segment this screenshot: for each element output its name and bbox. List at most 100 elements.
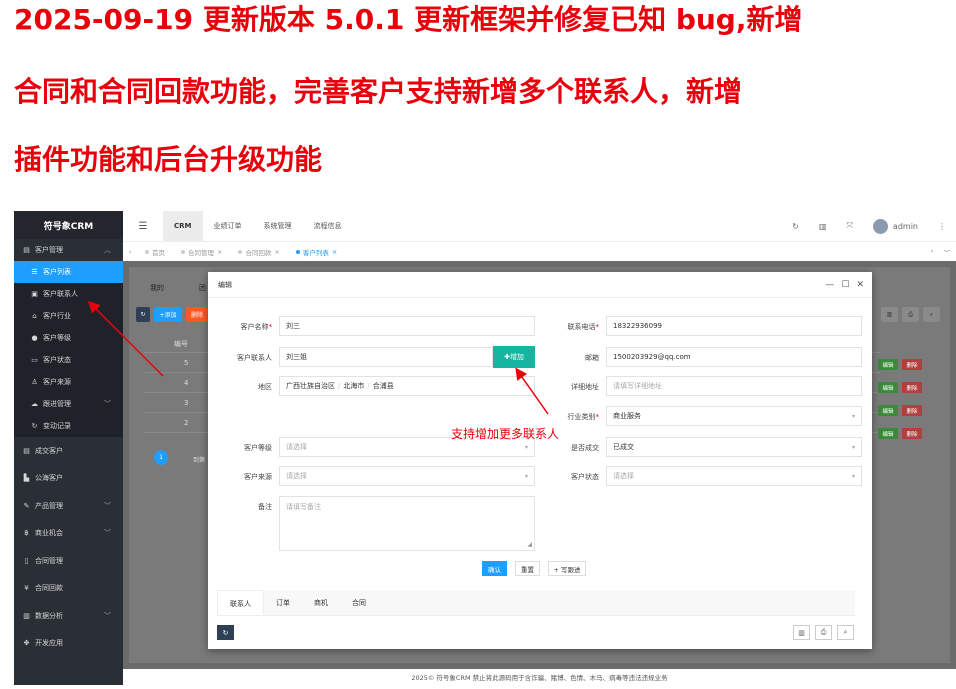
nav-system[interactable]: 系统管理: [253, 211, 303, 241]
nav-workflow[interactable]: 流程信息: [303, 211, 353, 241]
pool-icon: ▙: [23, 474, 30, 483]
sidebar-item-customer-industry[interactable]: ⌂ 客户行业: [14, 305, 123, 327]
deal-icon: ▤: [23, 446, 30, 455]
add-contact-button[interactable]: ✚ 增加: [493, 346, 535, 368]
deal-select[interactable]: 已成交 ▾: [606, 437, 862, 457]
sidebar-item-dev-apps[interactable]: ✤ 开发应用: [14, 630, 123, 658]
sidebar-item-label: 客户来源: [43, 378, 71, 386]
confirm-button[interactable]: 确认: [482, 561, 507, 576]
nav-crm[interactable]: CRM: [163, 211, 203, 241]
region-label: 地区: [258, 383, 272, 391]
sidebar-item-change-log[interactable]: ↻ 变动记录: [14, 415, 123, 437]
close-icon[interactable]: ×: [332, 248, 337, 256]
bg-print-icon: ⎙: [902, 307, 919, 322]
tab-opportunities[interactable]: 商机: [302, 590, 340, 615]
payment-icon: ¥: [24, 584, 29, 593]
bg-page-current: 1: [154, 450, 168, 465]
sidebar-item-deal-customers[interactable]: ▤ 成交客户: [14, 437, 123, 465]
refresh-icon[interactable]: ↻: [217, 625, 234, 640]
sidebar-item-follow-up[interactable]: ☁ 跟进管理 ﹀: [14, 393, 123, 415]
tab-dot-icon: [181, 249, 185, 254]
maximize-icon[interactable]: ☐: [841, 280, 849, 290]
row-number: 5: [184, 359, 189, 367]
headline-line-2: 合同和合同回款功能，完善客户支持新增多个联系人，新增: [14, 75, 743, 108]
email-field[interactable]: 1500203929@qq.com: [606, 347, 862, 367]
write-followup-button[interactable]: + 写跟进: [548, 561, 586, 576]
remark-textarea[interactable]: 请填写备注 ◢: [279, 496, 535, 551]
bg-col-number: 编号: [174, 340, 188, 348]
resize-handle-icon[interactable]: ◢: [527, 541, 532, 548]
remark-label: 备注: [258, 503, 272, 511]
footer: 2025© 符号象CRM 禁止将此源码用于含诈骗、赌博、色情、木马、病毒等违法违…: [123, 669, 956, 685]
close-icon[interactable]: ×: [217, 248, 222, 256]
status-select[interactable]: 请选择 ▾: [606, 466, 862, 486]
sidebar-item-customer-list[interactable]: ☰ 客户列表: [14, 261, 123, 283]
sidebar-item-label: 商业机会: [35, 529, 63, 538]
industry-select[interactable]: 商业服务 ▾: [606, 406, 862, 426]
close-icon[interactable]: ✕: [856, 280, 864, 290]
sidebar-item-contracts[interactable]: ▯ 合同管理: [14, 547, 123, 575]
customer-name-field[interactable]: 刘三: [279, 316, 535, 336]
phone-field[interactable]: 18322936099: [606, 316, 862, 336]
chart-icon: ▥: [23, 611, 30, 620]
sidebar: 符号象CRM ▤ 客户管理 ︿ ☰ 客户列表 ▣ 客户联系人 ⌂ 客户行业 ● 客户等级 ▭…: [14, 211, 123, 685]
sidebar-item-customer-contacts[interactable]: ▣ 客户联系人: [14, 283, 123, 305]
menu-toggle-icon[interactable]: ☰: [123, 221, 163, 232]
tab-contracts[interactable]: 合同: [340, 590, 378, 615]
minimize-icon[interactable]: —: [825, 280, 834, 290]
fullscreen-icon[interactable]: ⤧: [847, 221, 853, 231]
source-select[interactable]: 请选择 ▾: [279, 466, 535, 486]
address-field[interactable]: 请填写详细地址: [606, 376, 862, 396]
sidebar-item-products[interactable]: ✎ 产品管理 ﹀: [14, 492, 123, 520]
tab-orders[interactable]: 订单: [264, 590, 302, 615]
row-number: 4: [184, 379, 189, 387]
search-icon[interactable]: ⌕: [837, 625, 854, 640]
sidebar-item-customer-status[interactable]: ▭ 客户状态: [14, 349, 123, 371]
close-icon[interactable]: ×: [274, 248, 279, 256]
tab-contract-management[interactable]: 合同管理 ×: [173, 247, 230, 257]
industry-label: 行业类别*: [539, 412, 600, 422]
tab-contract-payments[interactable]: 合同回款 ×: [230, 247, 287, 257]
clear-cache-icon[interactable]: ▥: [819, 222, 827, 231]
status-icon: ▭: [31, 356, 38, 364]
refresh-icon[interactable]: ↻: [792, 222, 799, 231]
tabs-dropdown-icon[interactable]: ﹀: [944, 247, 951, 257]
chevron-down-icon: ﹀: [521, 383, 528, 391]
reset-button[interactable]: 重置: [515, 561, 540, 576]
sidebar-item-payments[interactable]: ¥ 合同回款: [14, 575, 123, 603]
tab-home[interactable]: 首页: [137, 247, 173, 257]
region-city: 北海市: [343, 382, 365, 390]
sidebar-item-opportunities[interactable]: ฿ 商业机会 ﹀: [14, 520, 123, 548]
required-mark: *: [595, 323, 600, 331]
bg-remove-button: 删除: [902, 382, 922, 393]
label-text: 行业类别: [567, 413, 596, 421]
product-icon: ✎: [23, 501, 30, 510]
sidebar-item-public-pool[interactable]: ▙ 公海客户: [14, 465, 123, 493]
chevron-up-icon: ︿: [104, 246, 111, 254]
sidebar-item-customer-management[interactable]: ▤ 客户管理 ︿: [14, 239, 123, 261]
chevron-down-icon: ﹀: [104, 529, 111, 538]
nav-orders[interactable]: 业绩订单: [203, 211, 253, 241]
tabs-left-arrow-icon[interactable]: ‹: [123, 248, 137, 256]
user-menu[interactable]: admin: [872, 218, 918, 234]
contract-icon: ▯: [24, 556, 29, 565]
sidebar-item-label: 变动记录: [43, 422, 71, 430]
contact-icon: ▣: [31, 290, 38, 298]
print-icon[interactable]: ⎙: [815, 625, 832, 640]
more-icon[interactable]: ⋮: [938, 222, 946, 231]
sidebar-item-analytics[interactable]: ▥ 数据分析 ﹀: [14, 602, 123, 630]
sidebar-item-label: 合同回款: [35, 584, 63, 593]
phone-label: 联系电话*: [539, 322, 600, 332]
sidebar-item-customer-source[interactable]: ♙ 客户来源: [14, 371, 123, 393]
bg-tab-mine: 我的: [150, 284, 164, 292]
sidebar-item-customer-level[interactable]: ● 客户等级: [14, 327, 123, 349]
columns-icon[interactable]: ▥: [793, 625, 810, 640]
tabs-right-arrow-icon[interactable]: ›: [931, 247, 934, 257]
region-cascader[interactable]: 广西壮族自治区 / 北海市 / 合浦县 ﹀: [279, 376, 535, 396]
contact-field[interactable]: 刘三姐: [279, 347, 493, 367]
tabs-right-controls: › ﹀: [931, 247, 950, 257]
bg-refresh-icon: ↻: [136, 307, 150, 322]
tab-contacts[interactable]: 联系人: [217, 590, 264, 615]
tab-customer-list[interactable]: 客户列表 ×: [288, 247, 345, 257]
app-logo[interactable]: 符号象CRM: [14, 211, 123, 239]
